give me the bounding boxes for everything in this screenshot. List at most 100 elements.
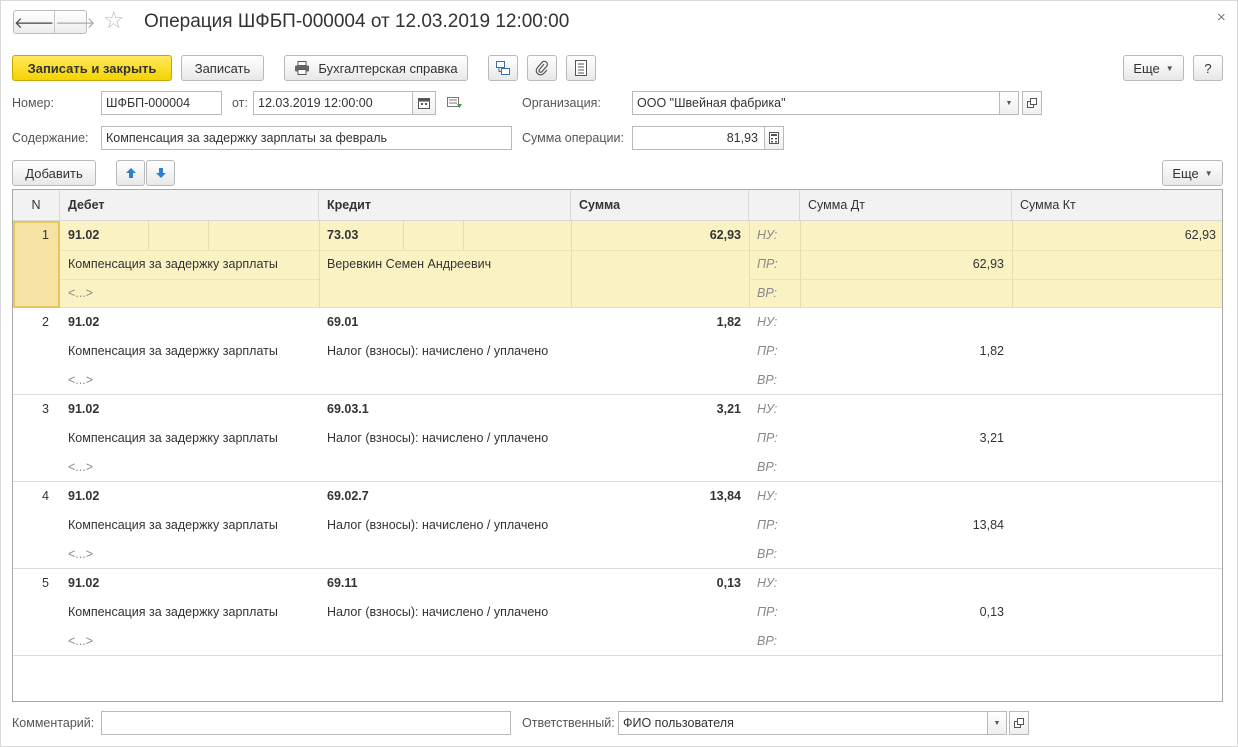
column-header-accounting-type [749,190,800,221]
responsible-label: Ответственный: [522,716,615,730]
entry-sum[interactable]: 1,82 [573,308,741,337]
move-up-button[interactable] [116,160,145,186]
vr-label: ВР: [757,373,778,387]
column-header-n[interactable]: N [13,190,60,221]
comment-field[interactable] [101,711,511,735]
table-more-menu-button[interactable]: Еще ▼ [1162,160,1223,186]
debit-account[interactable]: 91.02 [68,308,138,337]
open-form-icon [1014,718,1024,728]
chevron-down-icon: ▼ [1204,168,1213,178]
credit-subconto[interactable]: Налог (взносы): начислено / уплачено [327,598,567,627]
close-icon[interactable]: × [1217,9,1226,26]
credit-subconto[interactable]: Налог (взносы): начислено / уплачено [327,337,567,366]
sum-kt-nu[interactable] [1013,308,1216,337]
debit-subconto-2[interactable]: <...> [68,279,148,308]
sum-kt-nu[interactable] [1013,395,1216,424]
sum-dt-pr[interactable]: 62,93 [801,250,1004,279]
content-field[interactable]: Компенсация за задержку зарплаты за февр… [101,126,512,150]
table-row[interactable]: 2 91.02 69.01 1,82 НУ: Компенсация за за… [13,308,1222,395]
save-button[interactable]: Записать [181,55,264,81]
structure-button[interactable] [488,55,518,81]
responsible-dropdown[interactable]: ▼ [987,711,1007,735]
column-header-credit[interactable]: Кредит [319,190,571,221]
document-structure-icon [496,61,510,75]
nu-label: НУ: [757,315,778,329]
journal-button[interactable] [566,55,596,81]
debit-account[interactable]: 91.02 [68,482,138,511]
credit-account[interactable]: 69.03.1 [327,395,397,424]
debit-account[interactable]: 91.02 [68,395,138,424]
operation-sum-field[interactable]: 81,93 [632,126,765,150]
chevron-down-icon: ▼ [993,719,1001,727]
organization-dropdown[interactable]: ▼ [999,91,1019,115]
back-arrow-icon[interactable]: 🡐 [14,11,54,33]
credit-account[interactable]: 69.11 [327,569,397,598]
debit-account[interactable]: 91.02 [68,221,138,250]
row-number: 1 [42,228,49,242]
sum-kt-nu[interactable] [1013,482,1216,511]
table-more-menu-label: Еще [1172,165,1199,181]
attach-button[interactable] [527,55,557,81]
number-field[interactable]: ШФБП-000004 [101,91,222,115]
sum-dt-pr[interactable]: 3,21 [801,424,1004,453]
sum-dt-pr[interactable]: 1,82 [801,337,1004,366]
column-header-sum-dt[interactable]: Сумма Дт [800,190,1012,221]
sum-kt-nu[interactable] [1013,569,1216,598]
vr-label: ВР: [757,460,778,474]
debit-subconto[interactable]: Компенсация за задержку зарплаты [68,250,313,279]
debit-subconto[interactable]: Компенсация за задержку зарплаты [68,424,313,453]
calculator-button[interactable] [764,126,784,150]
comment-label: Комментарий: [12,716,95,730]
credit-account[interactable]: 73.03 [327,221,397,250]
column-header-sum[interactable]: Сумма [571,190,749,221]
forward-arrow-icon[interactable]: 🡒 [54,11,95,33]
date-field[interactable]: 12.03.2019 12:00:00 [253,91,413,115]
pr-label: ПР: [757,344,778,358]
sum-dt-pr[interactable]: 13,84 [801,511,1004,540]
debit-subconto-2[interactable]: <...> [68,540,148,569]
table-row[interactable]: 4 91.02 69.02.7 13,84 НУ: Компенсация за… [13,482,1222,569]
entry-sum[interactable]: 13,84 [573,482,741,511]
credit-subconto[interactable]: Налог (взносы): начислено / уплачено [327,511,567,540]
calendar-button[interactable] [412,91,436,115]
table-row[interactable]: 3 91.02 69.03.1 3,21 НУ: Компенсация за … [13,395,1222,482]
move-down-button[interactable] [146,160,175,186]
entry-sum[interactable]: 3,21 [573,395,741,424]
credit-account[interactable]: 69.02.7 [327,482,397,511]
debit-subconto-2[interactable]: <...> [68,453,148,482]
sum-kt-nu[interactable]: 62,93 [1013,221,1216,250]
help-button[interactable]: ? [1193,55,1223,81]
document-list-icon [575,60,587,76]
responsible-field[interactable]: ФИО пользователя [618,711,988,735]
add-row-button[interactable]: Добавить [12,160,96,186]
organization-open-button[interactable] [1022,91,1042,115]
save-and-close-button[interactable]: Записать и закрыть [12,55,172,81]
column-header-sum-kt[interactable]: Сумма Кт [1012,190,1222,221]
number-label: Номер: [12,96,54,110]
entry-sum[interactable]: 0,13 [573,569,741,598]
credit-account[interactable]: 69.01 [327,308,397,337]
sum-dt-pr[interactable]: 0,13 [801,598,1004,627]
responsible-open-button[interactable] [1009,711,1029,735]
favorite-star-icon[interactable]: ☆ [103,7,125,35]
arrow-up-icon [125,168,136,178]
entry-sum[interactable]: 62,93 [573,221,741,250]
numbering-settings-icon[interactable] [447,97,463,112]
table-row[interactable]: 1 91.02 73.03 62,93 НУ: 62,93 Компенсаци… [13,221,1222,308]
table-row[interactable]: 5 91.02 69.11 0,13 НУ: Компенсация за за… [13,569,1222,656]
column-header-debit[interactable]: Дебет [60,190,319,221]
credit-subconto[interactable]: Налог (взносы): начислено / уплачено [327,424,567,453]
print-report-button[interactable]: Бухгалтерская справка [284,55,468,81]
debit-subconto[interactable]: Компенсация за задержку зарплаты [68,598,313,627]
pr-label: ПР: [757,518,778,532]
row-number: 3 [42,402,49,416]
credit-subconto[interactable]: Веревкин Семен Андреевич [327,250,567,279]
debit-account[interactable]: 91.02 [68,569,138,598]
more-menu-button[interactable]: Еще ▼ [1123,55,1184,81]
organization-field[interactable]: ООО "Швейная фабрика" [632,91,1000,115]
debit-subconto-2[interactable]: <...> [68,366,148,395]
debit-subconto[interactable]: Компенсация за задержку зарплаты [68,337,313,366]
debit-subconto-2[interactable]: <...> [68,627,148,656]
debit-subconto[interactable]: Компенсация за задержку зарплаты [68,511,313,540]
content-label: Содержание: [12,131,89,145]
